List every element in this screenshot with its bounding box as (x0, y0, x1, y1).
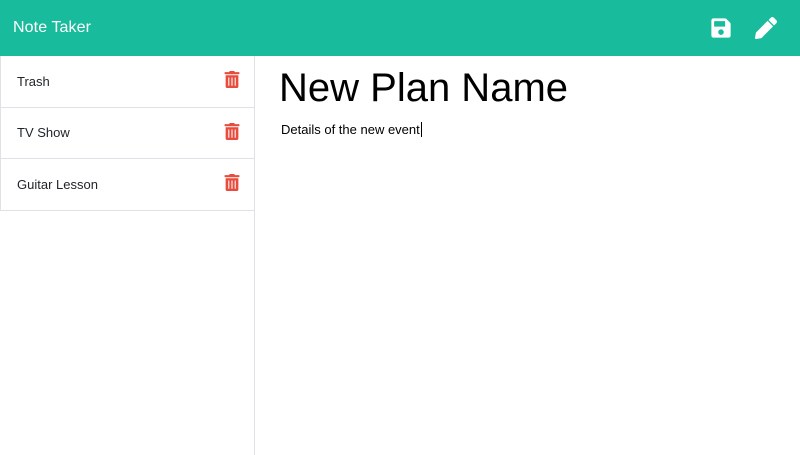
pencil-icon (755, 17, 777, 39)
notes-sidebar: Trash TV Show Guitar Lesson (0, 56, 255, 455)
text-caret (420, 122, 422, 137)
note-item-title: Guitar Lesson (17, 176, 98, 192)
notes-list: Trash TV Show Guitar Lesson (0, 56, 254, 211)
note-body-text: Details of the new event (281, 122, 420, 137)
save-icon (711, 18, 731, 38)
note-item-title: Trash (17, 73, 50, 89)
app-title[interactable]: Note Taker (13, 19, 91, 37)
navbar: Note Taker (0, 0, 800, 56)
note-item[interactable]: Trash (1, 56, 254, 108)
trash-icon[interactable] (224, 122, 240, 140)
note-item-title: TV Show (17, 125, 70, 141)
note-item[interactable]: TV Show (1, 108, 254, 159)
note-item[interactable]: Guitar Lesson (1, 159, 254, 211)
trash-icon[interactable] (224, 174, 240, 192)
note-editor: New Plan Name Details of the new event (256, 56, 800, 455)
new-note-button[interactable] (755, 0, 777, 56)
note-body-textarea[interactable]: Details of the new event (281, 122, 422, 137)
note-title-input[interactable]: New Plan Name (279, 66, 779, 111)
save-note-button[interactable] (710, 0, 732, 56)
trash-icon[interactable] (224, 71, 240, 89)
